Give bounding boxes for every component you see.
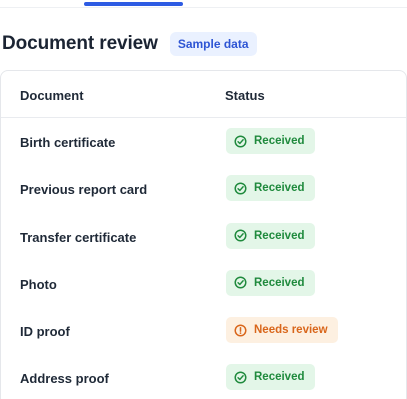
status-badge: Received xyxy=(226,269,315,296)
status-label: Received xyxy=(254,276,305,289)
status-label: Received xyxy=(254,371,305,384)
check-circle-icon xyxy=(234,371,247,384)
status-label: Received xyxy=(254,229,305,242)
status-label: Needs review xyxy=(254,324,328,337)
document-name: Photo xyxy=(20,276,57,292)
status-badge: Received xyxy=(226,222,315,249)
column-header-status: Status xyxy=(225,88,265,103)
table-body: Birth certificate Received Previous repo… xyxy=(1,119,406,399)
alert-circle-icon xyxy=(234,324,247,337)
document-name: ID proof xyxy=(20,324,70,340)
status-badge: Received xyxy=(226,128,315,154)
top-tab-strip xyxy=(0,0,407,8)
check-circle-icon xyxy=(234,182,247,195)
status-badge: Received xyxy=(226,175,315,202)
column-header-document: Document xyxy=(20,88,84,103)
status-label: Received xyxy=(254,182,305,195)
check-circle-icon xyxy=(234,229,247,242)
sample-data-badge: Sample data xyxy=(169,32,257,56)
table-row[interactable]: Address proof Received xyxy=(1,355,406,399)
status-label: Received xyxy=(254,135,305,147)
table-row[interactable]: Birth certificate Received xyxy=(1,119,406,166)
table-header: Document Status xyxy=(1,71,406,118)
table-row[interactable]: ID proof Needs review xyxy=(1,308,406,355)
status-badge: Received xyxy=(226,364,315,391)
table-row[interactable]: Transfer certificate Received xyxy=(1,214,406,261)
document-table: Document Status Birth certificate Receiv… xyxy=(0,70,407,399)
check-circle-icon xyxy=(234,276,247,289)
active-tab-indicator[interactable] xyxy=(84,2,183,6)
document-name: Birth certificate xyxy=(20,135,116,150)
check-circle-icon xyxy=(234,134,247,148)
document-name: Previous report card xyxy=(20,182,148,198)
page-title: Document review xyxy=(2,33,158,54)
document-name: Address proof xyxy=(20,371,109,387)
document-review-page: Document review Sample data Document Sta… xyxy=(0,0,407,399)
table-row[interactable]: Photo Received xyxy=(1,261,406,308)
table-row[interactable]: Previous report card Received xyxy=(1,166,406,213)
status-badge: Needs review xyxy=(226,317,338,344)
section-header: Document review Sample data xyxy=(2,32,257,56)
document-name: Transfer certificate xyxy=(20,229,137,245)
